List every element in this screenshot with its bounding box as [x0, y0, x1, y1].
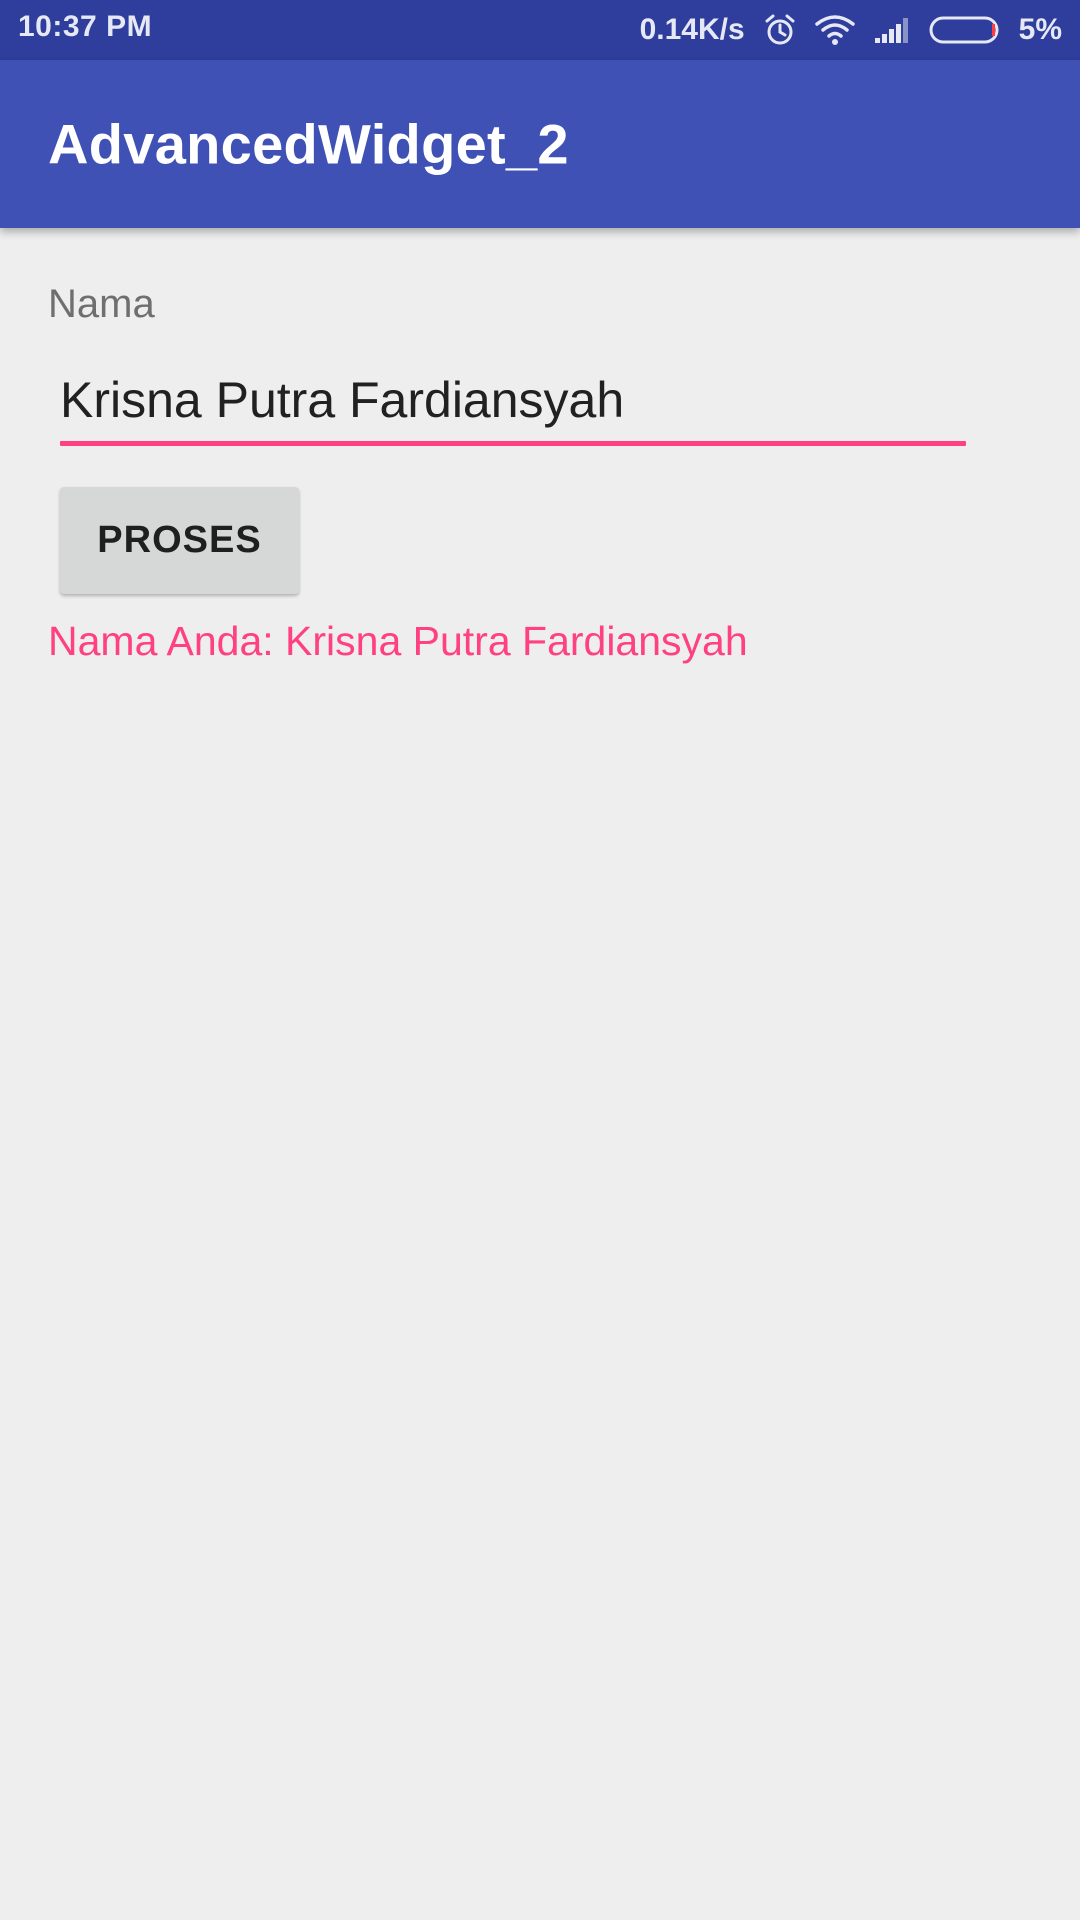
name-input[interactable]: [60, 360, 966, 440]
status-right-group: 0.14K/s 5%: [640, 0, 1062, 60]
input-underline: [60, 441, 966, 446]
wifi-icon: [814, 14, 855, 46]
network-speed: 0.14K/s: [639, 13, 745, 46]
app-title: AdvancedWidget_2: [48, 112, 569, 176]
battery-percent: 5%: [1018, 13, 1062, 46]
nama-label: Nama: [48, 282, 155, 326]
proses-button[interactable]: PROSES: [60, 487, 299, 594]
status-time: 10:37 PM: [18, 10, 153, 43]
status-bar: 10:37 PM 0.14K/s 5%: [0, 0, 1080, 60]
app-bar: AdvancedWidget_2: [0, 60, 1080, 228]
signal-icon: [873, 16, 911, 44]
alarm-icon: [763, 13, 797, 47]
name-input-container[interactable]: [60, 360, 966, 448]
battery-icon: [929, 15, 1001, 45]
result-text: Nama Anda: Krisna Putra Fardiansyah: [48, 618, 748, 664]
